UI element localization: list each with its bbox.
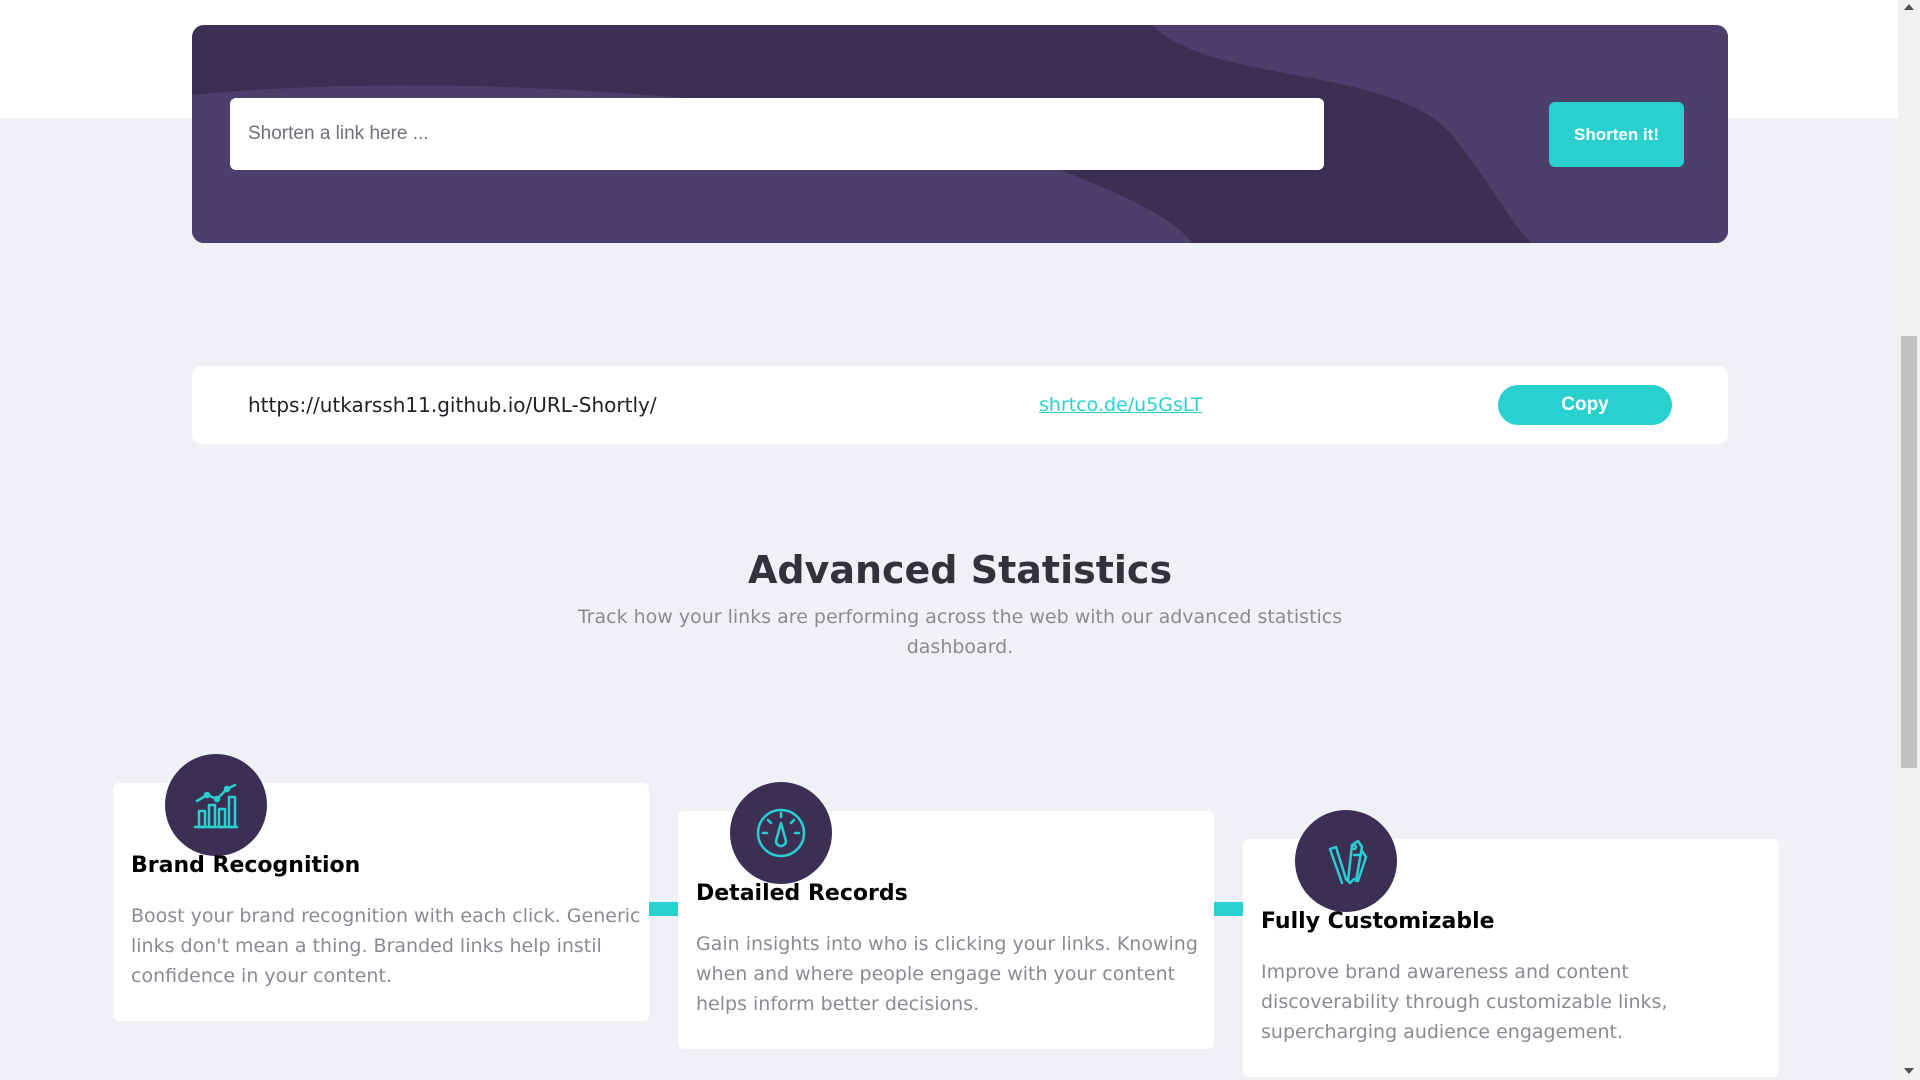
card-title: Brand Recognition bbox=[131, 853, 361, 878]
link-input[interactable] bbox=[230, 98, 1324, 170]
card-text: Improve brand awareness and content disc… bbox=[1261, 961, 1668, 1043]
card-title: Detailed Records bbox=[696, 881, 908, 906]
copy-button[interactable]: Copy bbox=[1498, 385, 1672, 425]
result-row: https://utkarssh11.github.io/URL-Shortly… bbox=[192, 366, 1728, 444]
original-url: https://utkarssh11.github.io/URL-Shortly… bbox=[248, 393, 657, 417]
shorten-button[interactable]: Shorten it! bbox=[1549, 102, 1684, 167]
stats-title: Advanced Statistics bbox=[747, 548, 1173, 592]
stats-subtitle: Track how your links are performing acro… bbox=[577, 606, 1343, 658]
scroll-thumb[interactable] bbox=[1901, 336, 1917, 768]
card-text: Boost your brand recognition with each c… bbox=[131, 905, 641, 987]
scroll-up-icon[interactable] bbox=[1904, 4, 1914, 10]
card-connector bbox=[1213, 902, 1243, 916]
feature-card-detailed-records: Detailed Records Gain insights into who … bbox=[678, 782, 1214, 1049]
chart-icon bbox=[165, 754, 267, 856]
vertical-scrollbar[interactable] bbox=[1898, 0, 1920, 1080]
card-text: Gain insights into who is clicking your … bbox=[696, 933, 1198, 1015]
feature-card-brand-recognition: Brand Recognition Boost your brand recog… bbox=[113, 754, 649, 1021]
pens-icon bbox=[1295, 810, 1397, 912]
card-title: Fully Customizable bbox=[1261, 909, 1495, 934]
scroll-down-icon[interactable] bbox=[1904, 1068, 1914, 1074]
card-connector bbox=[648, 902, 678, 916]
short-url-link[interactable]: shrtco.de/u5GsLT bbox=[1039, 366, 1202, 444]
feature-card-fully-customizable: Fully Customizable Improve brand awarene… bbox=[1243, 810, 1779, 1077]
shorten-form: Shorten it! bbox=[192, 25, 1728, 243]
gauge-icon bbox=[730, 782, 832, 884]
